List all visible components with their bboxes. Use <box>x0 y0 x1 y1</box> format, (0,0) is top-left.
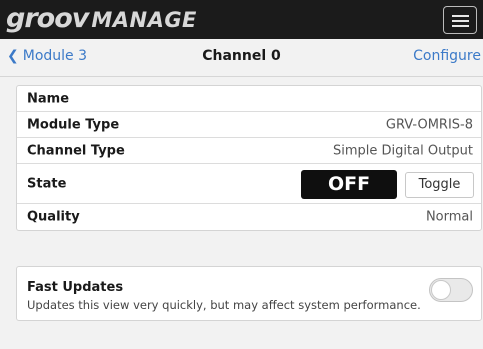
hamburger-menu-icon-line <box>452 25 469 27</box>
quality-label: Quality <box>27 209 80 225</box>
channel-details-card: Name Module Type GRV-OMRIS-8 Channel Typ… <box>16 85 482 231</box>
hamburger-menu-icon-line <box>452 20 469 22</box>
configure-link[interactable]: Configure <box>413 48 481 64</box>
chevron-left-icon: ❮ <box>7 48 19 64</box>
name-label: Name <box>27 91 70 106</box>
top-bar: groov MANAGE <box>0 0 483 39</box>
state-label: State <box>27 176 67 191</box>
state-indicator: OFF <box>301 170 397 199</box>
back-link[interactable]: ❮ Module 3 <box>7 48 87 64</box>
fast-updates-title: Fast Updates <box>27 280 124 295</box>
navigation-bar: ❮ Module 3 Channel 0 Configure <box>0 39 483 77</box>
channel-type-row: Channel Type Simple Digital Output <box>17 138 481 164</box>
channel-type-label: Channel Type <box>27 143 125 158</box>
groov-manage-logo: groov MANAGE <box>6 4 197 35</box>
name-row: Name <box>17 86 481 112</box>
state-row: State OFF Toggle <box>17 164 481 204</box>
logo-manage-text: MANAGE <box>91 8 197 32</box>
module-type-value: GRV-OMRIS-8 <box>385 117 473 132</box>
fast-updates-toggle-switch[interactable] <box>429 278 473 302</box>
quality-value: Normal <box>425 209 473 225</box>
back-link-label: Module 3 <box>22 48 87 64</box>
module-type-label: Module Type <box>27 117 120 132</box>
fast-updates-description: Updates this view very quickly, but may … <box>27 298 421 312</box>
hamburger-menu-button[interactable] <box>443 6 477 34</box>
channel-type-value: Simple Digital Output <box>333 143 473 158</box>
quality-row: Quality Normal <box>17 204 481 230</box>
toggle-button[interactable]: Toggle <box>405 172 474 198</box>
module-type-row: Module Type GRV-OMRIS-8 <box>17 112 481 138</box>
hamburger-menu-icon <box>452 15 469 17</box>
logo-groov-text: groov <box>6 3 89 34</box>
fast-updates-card: Fast Updates Updates this view very quic… <box>16 266 482 321</box>
toggle-switch-knob <box>431 280 451 300</box>
